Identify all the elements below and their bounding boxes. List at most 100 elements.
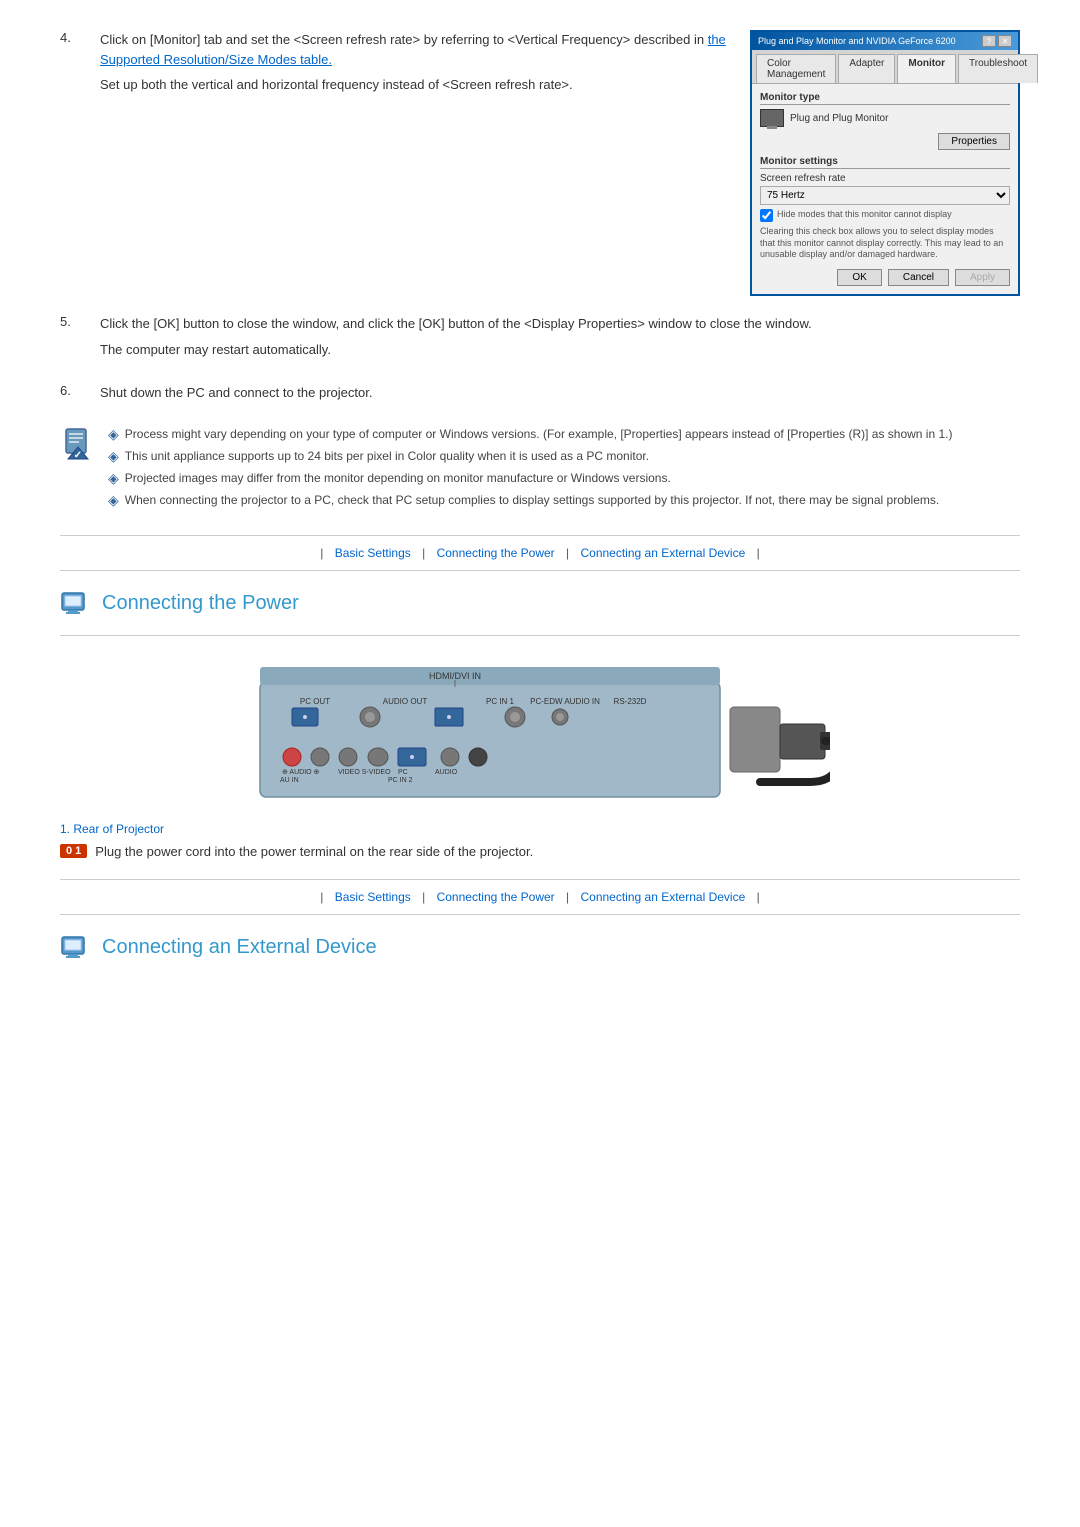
step-4-text1: Click on [Monitor] tab and set the <Scre… xyxy=(100,32,708,47)
tip-bullet-3: ◈ xyxy=(108,492,119,509)
step-5-para2: The computer may restart automatically. xyxy=(100,340,1020,360)
section1-heading: Connecting the Power xyxy=(60,591,1020,617)
step-5-num: 5. xyxy=(60,314,100,329)
step-4-block: 4. Click on [Monitor] tab and set the <S… xyxy=(60,30,1020,296)
step-01-text: Plug the power cord into the power termi… xyxy=(95,844,533,859)
step-4-para2: Set up both the vertical and horizontal … xyxy=(100,75,730,95)
nav2-sep2: | xyxy=(422,890,425,904)
dialog-title-bar: Plug and Play Monitor and NVIDIA GeForce… xyxy=(752,32,1018,50)
monitor-dialog: Plug and Play Monitor and NVIDIA GeForce… xyxy=(750,30,1020,296)
step-5-content: Click the [OK] button to close the windo… xyxy=(100,314,1020,365)
tab-monitor[interactable]: Monitor xyxy=(897,54,956,83)
nav-bar-1: | Basic Settings | Connecting the Power … xyxy=(60,535,1020,571)
properties-button[interactable]: Properties xyxy=(938,133,1010,150)
svg-text:✓: ✓ xyxy=(74,450,82,461)
tab-adapter[interactable]: Adapter xyxy=(838,54,895,83)
step-4-with-image: Click on [Monitor] tab and set the <Scre… xyxy=(100,30,1020,296)
nav2-sep4: | xyxy=(757,890,760,904)
section2-title: Connecting an External Device xyxy=(102,936,377,959)
nav1-sep1: | xyxy=(320,546,323,560)
section1-icon xyxy=(60,591,92,617)
step-4-num: 4. xyxy=(60,30,100,45)
ok-button[interactable]: OK xyxy=(837,269,881,286)
tip-item-0: ◈ Process might vary depending on your t… xyxy=(108,427,1020,443)
step-5-para1: Click the [OK] button to close the windo… xyxy=(100,314,1020,334)
nav2-link1[interactable]: Basic Settings xyxy=(335,890,411,904)
tip-text-1: This unit appliance supports up to 24 bi… xyxy=(125,449,649,463)
tip-text-0: Process might vary depending on your typ… xyxy=(125,427,953,441)
section2-heading: Connecting an External Device xyxy=(60,935,1020,961)
tip-item-1: ◈ This unit appliance supports up to 24 … xyxy=(108,449,1020,465)
apply-button[interactable]: Apply xyxy=(955,269,1010,286)
step-4-text: Click on [Monitor] tab and set the <Scre… xyxy=(100,30,730,101)
refresh-rate-select[interactable]: 75 Hertz xyxy=(760,186,1010,205)
hide-modes-checkbox[interactable] xyxy=(760,209,773,222)
svg-text:PC: PC xyxy=(398,769,408,776)
tips-block: ✓ ◈ Process might vary depending on your… xyxy=(60,427,1020,515)
tip-bullet-2: ◈ xyxy=(108,470,119,487)
step-6-num: 6. xyxy=(60,383,100,398)
svg-text:RS-232D: RS-232D xyxy=(614,697,647,706)
svg-text:⊕ AUDIO ⊕: ⊕ AUDIO ⊕ xyxy=(282,769,320,776)
tip-item-2: ◈ Projected images may differ from the m… xyxy=(108,471,1020,487)
dialog-close-btn[interactable]: ✕ xyxy=(998,35,1012,47)
tab-troubleshoot[interactable]: Troubleshoot xyxy=(958,54,1038,83)
nav2-link2[interactable]: Connecting the Power xyxy=(437,890,555,904)
tip-list: ◈ Process might vary depending on your t… xyxy=(108,427,1020,515)
checkbox-label: Hide modes that this monitor cannot disp… xyxy=(777,209,952,219)
tab-color-management[interactable]: Color Management xyxy=(756,54,836,83)
svg-text:AUDIO: AUDIO xyxy=(435,769,458,776)
nav1-sep2: | xyxy=(422,546,425,560)
nav1-sep4: | xyxy=(757,546,760,560)
tip-item-3: ◈ When connecting the projector to a PC,… xyxy=(108,493,1020,509)
tip-text-3: When connecting the projector to a PC, c… xyxy=(125,493,939,507)
page-content: 4. Click on [Monitor] tab and set the <S… xyxy=(0,0,1080,1009)
tip-bullet-1: ◈ xyxy=(108,448,119,465)
projector-diagram: HDMI/DVI IN PC OUT AUDIO OUT PC IN 1 PC-… xyxy=(250,652,830,812)
dialog-title: Plug and Play Monitor and NVIDIA GeForce… xyxy=(758,36,958,46)
step-6-block: 6. Shut down the PC and connect to the p… xyxy=(60,383,1020,409)
step-5-block: 5. Click the [OK] button to close the wi… xyxy=(60,314,1020,365)
dialog-help-btn[interactable]: ? xyxy=(982,35,996,47)
svg-text:PC IN 1: PC IN 1 xyxy=(486,697,515,706)
svg-text:AUDIO OUT: AUDIO OUT xyxy=(383,697,428,706)
step-4-content: Click on [Monitor] tab and set the <Scre… xyxy=(100,30,1020,296)
step-4-para1: Click on [Monitor] tab and set the <Scre… xyxy=(100,30,730,69)
nav2-link3[interactable]: Connecting an External Device xyxy=(580,890,745,904)
refresh-rate-label: Screen refresh rate xyxy=(760,173,1010,184)
step-6-para: Shut down the PC and connect to the proj… xyxy=(100,383,1020,403)
section2-icon xyxy=(60,935,92,961)
nav1-link1[interactable]: Basic Settings xyxy=(335,546,411,560)
monitor-icon xyxy=(760,109,784,127)
svg-text:PC-EDW AUDIO IN: PC-EDW AUDIO IN xyxy=(530,697,600,706)
section1-rule xyxy=(60,635,1020,636)
nav2-sep3: | xyxy=(566,890,569,904)
svg-text:PC IN 2: PC IN 2 xyxy=(388,777,413,784)
monitor-item: Plug and Plug Monitor xyxy=(760,109,1010,127)
checkbox-row[interactable]: Hide modes that this monitor cannot disp… xyxy=(760,209,1010,222)
svg-text:PC OUT: PC OUT xyxy=(300,697,330,706)
checkbox-note: Clearing this check box allows you to se… xyxy=(760,226,1010,261)
nav-bar-2: | Basic Settings | Connecting the Power … xyxy=(60,879,1020,915)
dialog-tabs: Color Management Adapter Monitor Trouble… xyxy=(752,50,1018,84)
step-01-block: 0 1 Plug the power cord into the power t… xyxy=(60,844,1020,859)
nav2-sep1: | xyxy=(320,890,323,904)
nav1-sep3: | xyxy=(566,546,569,560)
monitor-type-label: Monitor type xyxy=(760,92,1010,105)
dialog-buttons: OK Cancel Apply xyxy=(760,269,1010,286)
nav1-link2[interactable]: Connecting the Power xyxy=(437,546,555,560)
rear-label: 1. Rear of Projector xyxy=(60,822,1020,836)
svg-text:HDMI/DVI IN: HDMI/DVI IN xyxy=(429,671,481,681)
dialog-body: Monitor type Plug and Plug Monitor Prope… xyxy=(752,84,1018,294)
tip-bullet-0: ◈ xyxy=(108,426,119,443)
projector-diagram-wrapper: HDMI/DVI IN PC OUT AUDIO OUT PC IN 1 PC-… xyxy=(60,652,1020,812)
step-01-badge: 0 1 xyxy=(60,844,87,858)
monitor-name: Plug and Plug Monitor xyxy=(790,113,888,124)
dialog-title-buttons[interactable]: ? ✕ xyxy=(982,35,1012,47)
step-6-content: Shut down the PC and connect to the proj… xyxy=(100,383,1020,409)
monitor-settings-label: Monitor settings xyxy=(760,156,1010,169)
cancel-button[interactable]: Cancel xyxy=(888,269,949,286)
nav1-link3[interactable]: Connecting an External Device xyxy=(580,546,745,560)
tip-text-2: Projected images may differ from the mon… xyxy=(125,471,671,485)
tip-icon: ✓ xyxy=(60,427,96,463)
